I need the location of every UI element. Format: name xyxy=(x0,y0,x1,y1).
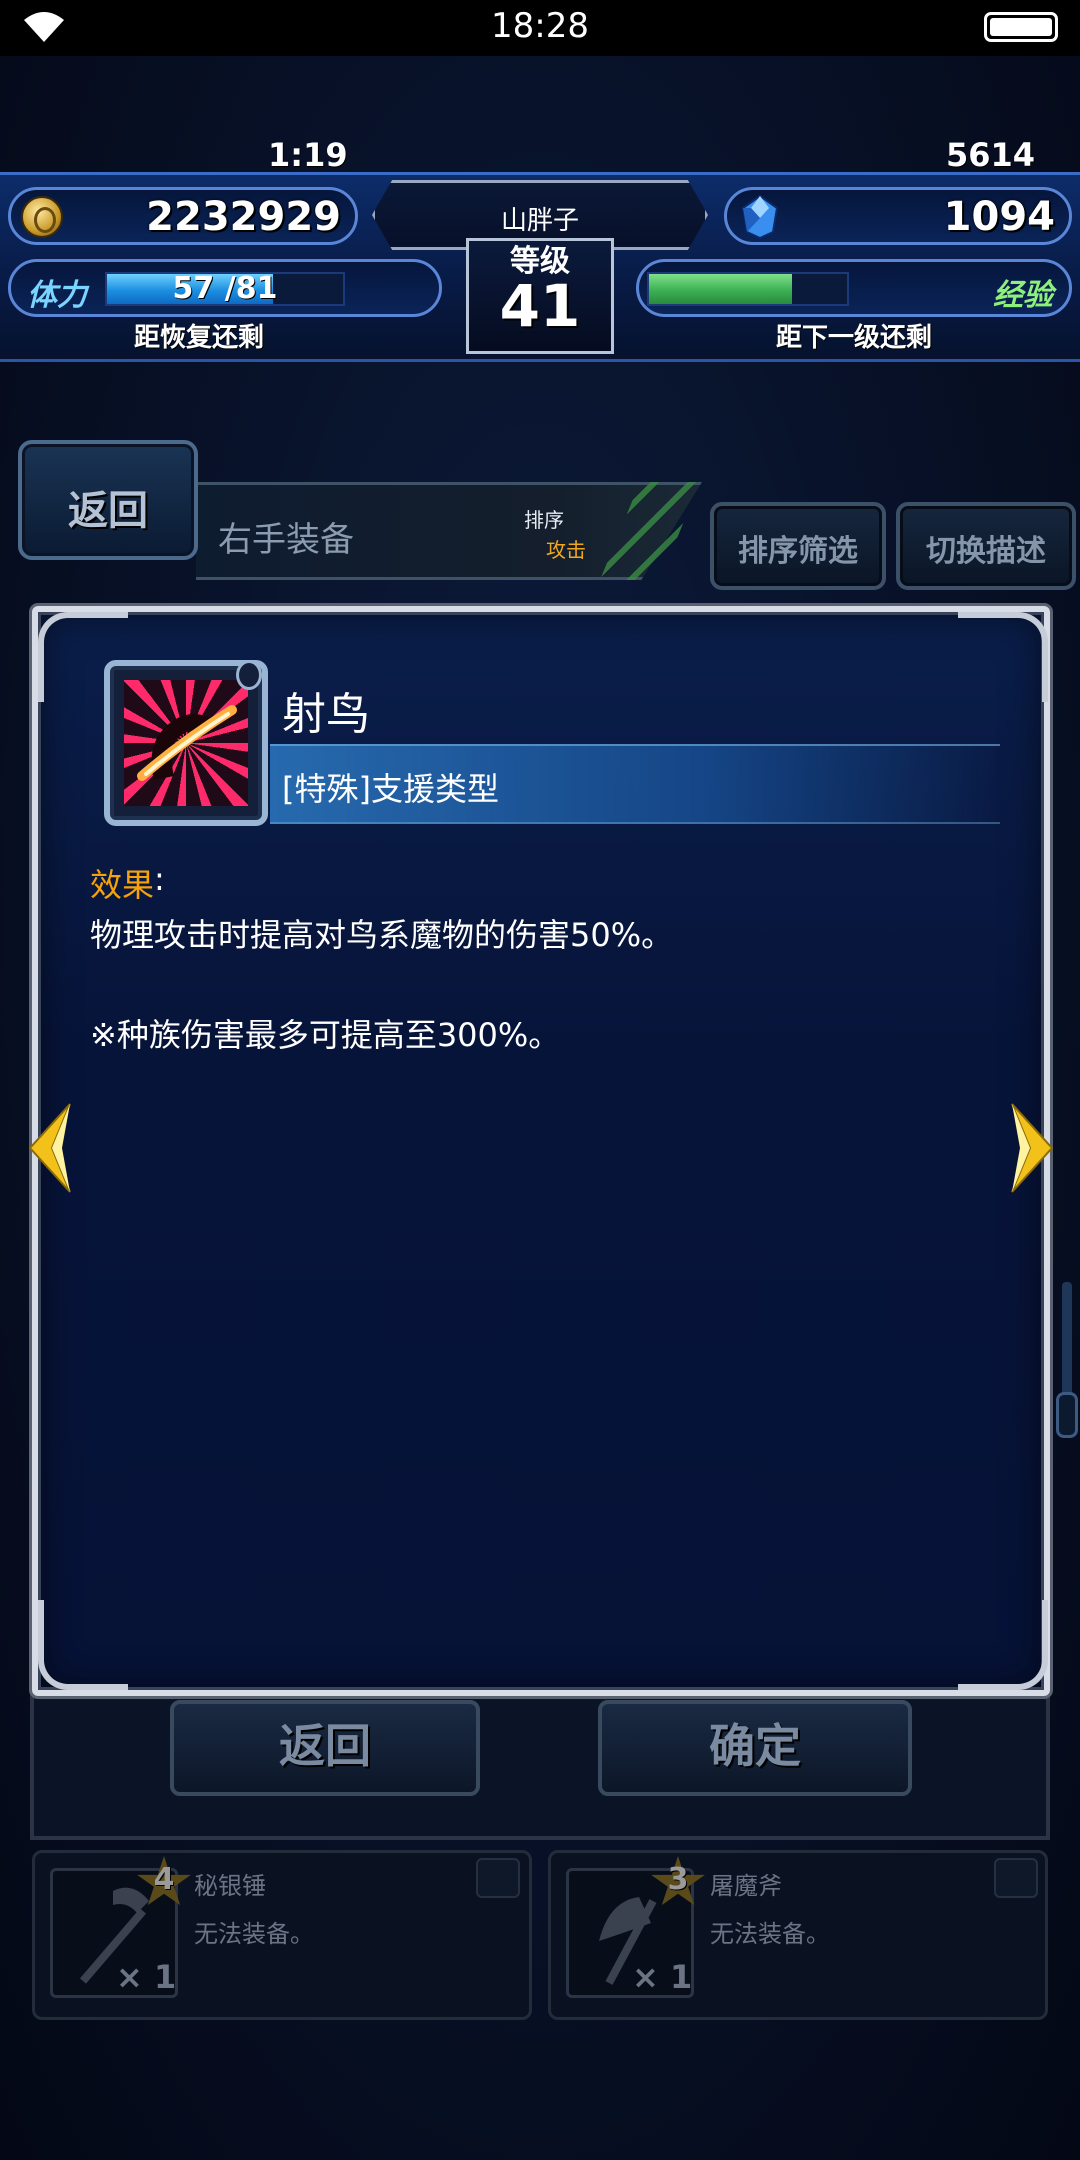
status-bar: 18:28 xyxy=(0,0,1080,56)
effect-colon: : xyxy=(154,860,165,898)
corner-ornament xyxy=(958,1600,1048,1690)
exp-bar-fill xyxy=(649,274,792,304)
sort-filter-label[interactable]: 排序筛选 xyxy=(710,526,886,570)
recover-time: 1:19 xyxy=(268,136,348,174)
stamina-bar: 57 /81 xyxy=(105,271,345,306)
lapis-amount: 1094 xyxy=(943,194,1055,240)
bird-slayer-icon xyxy=(137,705,237,781)
next-arrow-icon[interactable] xyxy=(1008,1098,1060,1198)
exp-bar xyxy=(647,272,849,306)
next-level-exp: 5614 xyxy=(946,136,1036,174)
item-rarity: 3 xyxy=(667,1862,689,1897)
clock: 18:28 xyxy=(491,6,589,46)
gil-counter: 2232929 xyxy=(8,187,358,245)
item-rarity: 4 xyxy=(153,1862,175,1897)
category-label: 右手装备 xyxy=(218,520,354,560)
exp-label: 经验 xyxy=(993,278,1053,313)
item-name: 屠魔斧 xyxy=(710,1872,782,1900)
player-name: 山胖子 xyxy=(500,206,579,236)
lapis-gem-icon xyxy=(741,194,779,240)
toggle-description-label[interactable]: 切换描述 xyxy=(896,526,1076,570)
item-status: 无法装备。 xyxy=(194,1920,314,1948)
exp-panel: 经验 xyxy=(636,259,1072,317)
axe-type-icon xyxy=(994,1858,1038,1898)
item-status: 无法装备。 xyxy=(710,1920,830,1948)
effect-note: ※种族伤害最多可提高至300%。 xyxy=(90,1016,561,1054)
stamina-panel: 体力 57 /81 xyxy=(8,259,442,317)
underlying-back-label[interactable]: 返回 xyxy=(170,1710,480,1776)
scroll-thumb[interactable] xyxy=(1056,1392,1078,1438)
gil-coin-icon xyxy=(21,196,63,238)
item-quantity: × 1 xyxy=(632,1958,693,1996)
player-level: 41 xyxy=(499,272,581,340)
underlying-confirm-label[interactable]: 确定 xyxy=(598,1710,912,1776)
back-button-label[interactable]: 返回 xyxy=(18,478,198,536)
effect-description: 物理攻击时提高对鸟系魔物的伤害50%。 xyxy=(90,916,674,954)
sort-value: 攻击 xyxy=(546,538,586,562)
ability-icon-ring xyxy=(236,660,262,690)
corner-ornament xyxy=(38,1600,128,1690)
item-name: 秘银锤 xyxy=(194,1872,266,1900)
battery-icon xyxy=(984,12,1058,42)
gil-amount: 2232929 xyxy=(146,194,341,240)
hammer-type-icon xyxy=(476,1858,520,1898)
item-quantity: × 1 xyxy=(116,1958,177,1996)
lapis-counter[interactable]: 1094 xyxy=(724,187,1072,245)
stamina-label: 体力 xyxy=(27,278,87,313)
ability-type: [特殊]支援类型 xyxy=(282,770,499,808)
next-level-label: 距下一级还剩 xyxy=(776,323,933,353)
corner-ornament xyxy=(958,612,1048,702)
ability-name: 射鸟 xyxy=(282,689,370,740)
stamina-value: 57 /81 xyxy=(172,271,278,306)
effect-label: 效果 xyxy=(90,866,155,904)
recover-label: 距恢复还剩 xyxy=(134,323,265,353)
sort-label: 排序 xyxy=(524,508,564,532)
previous-arrow-icon[interactable] xyxy=(22,1098,74,1198)
